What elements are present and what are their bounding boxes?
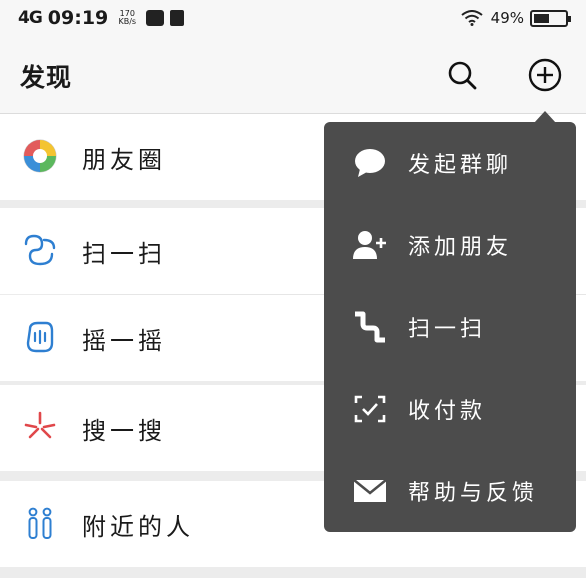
list-item-label: 摇一摇 bbox=[82, 327, 166, 355]
scan-icon bbox=[24, 234, 56, 266]
menu-item-label: 帮助与反馈 bbox=[408, 481, 539, 506]
menu-item-label: 扫一扫 bbox=[408, 317, 487, 342]
menu-item-label: 添加朋友 bbox=[408, 235, 513, 260]
battery-fill bbox=[534, 13, 549, 23]
menu-item-label: 收付款 bbox=[408, 399, 487, 424]
shake-icon bbox=[26, 321, 54, 353]
list-item-label: 扫一扫 bbox=[82, 240, 166, 268]
chat-bubble-icon bbox=[355, 149, 385, 177]
list-item-label: 搜一搜 bbox=[82, 417, 166, 445]
plus-circle-icon[interactable] bbox=[527, 57, 563, 93]
mail-icon bbox=[353, 478, 387, 502]
battery-icon bbox=[530, 9, 571, 27]
add-friend-icon bbox=[353, 231, 386, 259]
menu-item-group-chat[interactable]: 发起群聊 bbox=[324, 122, 576, 204]
app-header: 发现 bbox=[0, 36, 586, 114]
page-title: 发现 bbox=[20, 63, 73, 92]
menu-item-help-feedback[interactable]: 帮助与反馈 bbox=[324, 450, 576, 532]
wifi-icon bbox=[461, 10, 483, 26]
network-speed: 170 KB/s bbox=[118, 9, 137, 26]
payment-icon bbox=[354, 395, 386, 423]
notification-app-icon-2 bbox=[170, 10, 185, 26]
status-bar: 4G 09:19 170 KB/s 49% bbox=[0, 0, 586, 36]
search-search-icon bbox=[24, 411, 56, 439]
battery-percent: 49% bbox=[490, 9, 524, 27]
menu-item-scan[interactable]: 扫一扫 bbox=[324, 286, 576, 368]
nearby-people-icon bbox=[28, 507, 52, 539]
plus-popup-menu: 发起群聊 添加朋友 扫一扫 收付款 帮助与反馈 bbox=[324, 122, 576, 532]
notification-app-icon bbox=[146, 10, 165, 26]
signal-indicator: 4G bbox=[18, 8, 43, 28]
list-item-label: 朋友圈 bbox=[82, 146, 166, 174]
scan-icon bbox=[355, 311, 385, 343]
status-right-group: 49% bbox=[461, 9, 571, 27]
menu-item-label: 发起群聊 bbox=[408, 153, 513, 178]
search-icon[interactable] bbox=[445, 58, 479, 92]
moments-icon bbox=[23, 139, 57, 173]
menu-item-payment[interactable]: 收付款 bbox=[324, 368, 576, 450]
list-item-label: 附近的人 bbox=[82, 513, 194, 541]
menu-item-add-friend[interactable]: 添加朋友 bbox=[324, 204, 576, 286]
status-time: 09:19 bbox=[47, 7, 109, 29]
